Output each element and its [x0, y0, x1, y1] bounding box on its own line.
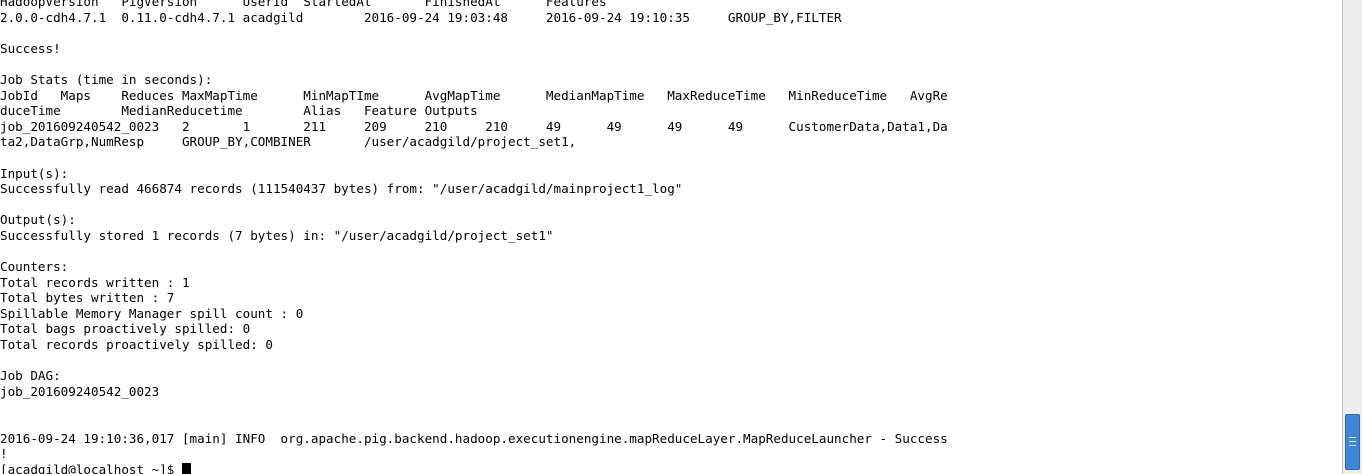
terminal-line: ta2,DataGrp,NumResp GROUP_BY,COMBINER /u…: [0, 134, 577, 150]
terminal-line: 2016-09-24 19:10:36,017 [main] INFO org.…: [0, 430, 948, 446]
terminal-line: Job Stats (time in seconds):: [0, 71, 213, 87]
terminal-window[interactable]: HadoopVersion PigVersion UserId StartedA…: [0, 0, 1342, 474]
terminal-line: Spillable Memory Manager spill count : 0: [0, 305, 304, 321]
terminal-line: Successfully read 466874 records (111540…: [0, 181, 683, 197]
terminal-line: job_201609240542_0023: [0, 383, 160, 399]
terminal-line: Job DAG:: [0, 368, 61, 384]
terminal-line: Input(s):: [0, 165, 69, 181]
text-cursor: [181, 462, 191, 474]
terminal-line: Success!: [0, 40, 61, 56]
terminal-line: Counters:: [0, 259, 69, 275]
shell-prompt-row[interactable]: [acadgild@localhost ~]$: [0, 462, 948, 474]
terminal-line: !: [0, 446, 8, 462]
terminal-line: Successfully stored 1 records (7 bytes) …: [0, 227, 554, 243]
terminal-line: job_201609240542_0023 2 1 211 209 210 21…: [0, 118, 948, 134]
scrollbar-thumb[interactable]: [1345, 414, 1360, 470]
terminal-line: HadoopVersion PigVersion UserId StartedA…: [0, 0, 607, 9]
terminal-line: duceTime MedianReducetime Alias Feature …: [0, 103, 478, 119]
terminal-line: Total records written : 1: [0, 274, 190, 290]
terminal-line: JobId Maps Reduces MaxMapTime MinMapTIme…: [0, 87, 948, 103]
terminal-line: 2.0.0-cdh4.7.1 0.11.0-cdh4.7.1 acadgild …: [0, 9, 842, 25]
terminal-line: Total bags proactively spilled: 0: [0, 321, 251, 337]
terminal-line: Total bytes written : 7: [0, 290, 175, 306]
terminal-output: HadoopVersion PigVersion UserId StartedA…: [0, 0, 948, 474]
terminal-line: Total records proactively spilled: 0: [0, 337, 273, 353]
shell-prompt: [acadgild@localhost ~]$: [0, 461, 182, 474]
grip-icon: [1349, 437, 1356, 446]
terminal-line: Output(s):: [0, 212, 76, 228]
vertical-scrollbar[interactable]: [1342, 0, 1362, 474]
